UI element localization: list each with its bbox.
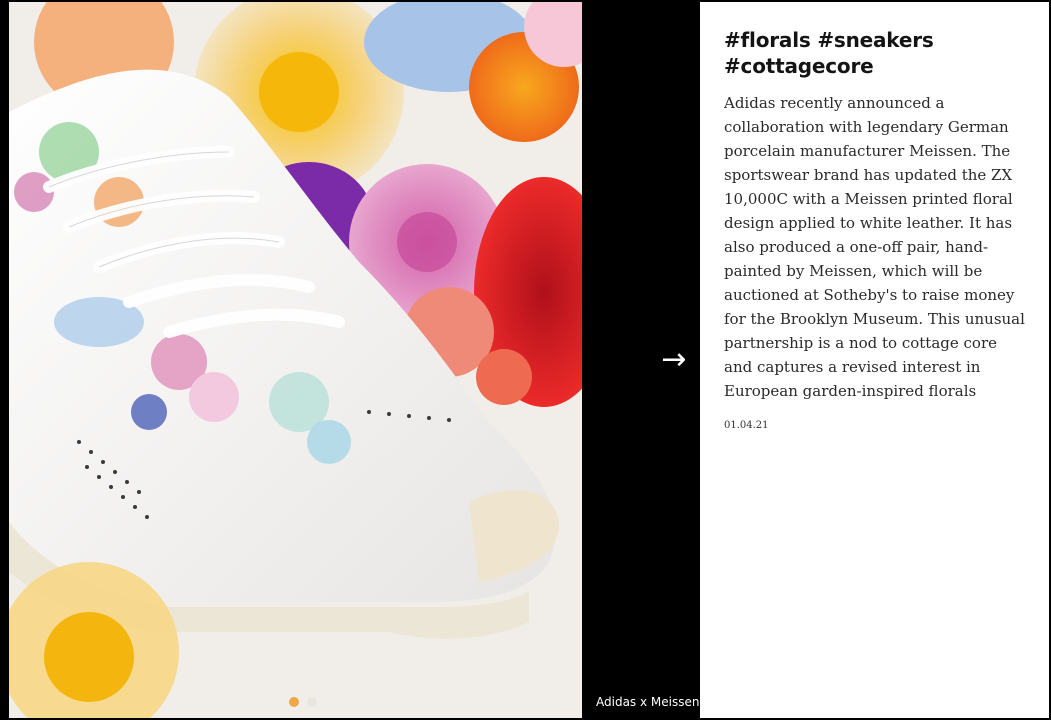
slide-dot-active[interactable]: [289, 697, 299, 707]
article-tags: #florals #sneakers #cottagecore: [724, 28, 934, 78]
image-caption: Adidas x Meissen: [596, 695, 700, 709]
sneaker-with-flowers-image: [9, 2, 582, 718]
article-date: 01.04.21: [724, 420, 769, 431]
slide-indicator: [289, 697, 317, 707]
slide-dot[interactable]: [307, 697, 317, 707]
hero-photo: [9, 2, 582, 718]
next-arrow-icon[interactable]: →: [655, 344, 693, 376]
article-panel: #florals #sneakers #cottagecore Adidas r…: [700, 2, 1049, 718]
article-body: Adidas recently announced a collaboratio…: [724, 94, 1025, 400]
